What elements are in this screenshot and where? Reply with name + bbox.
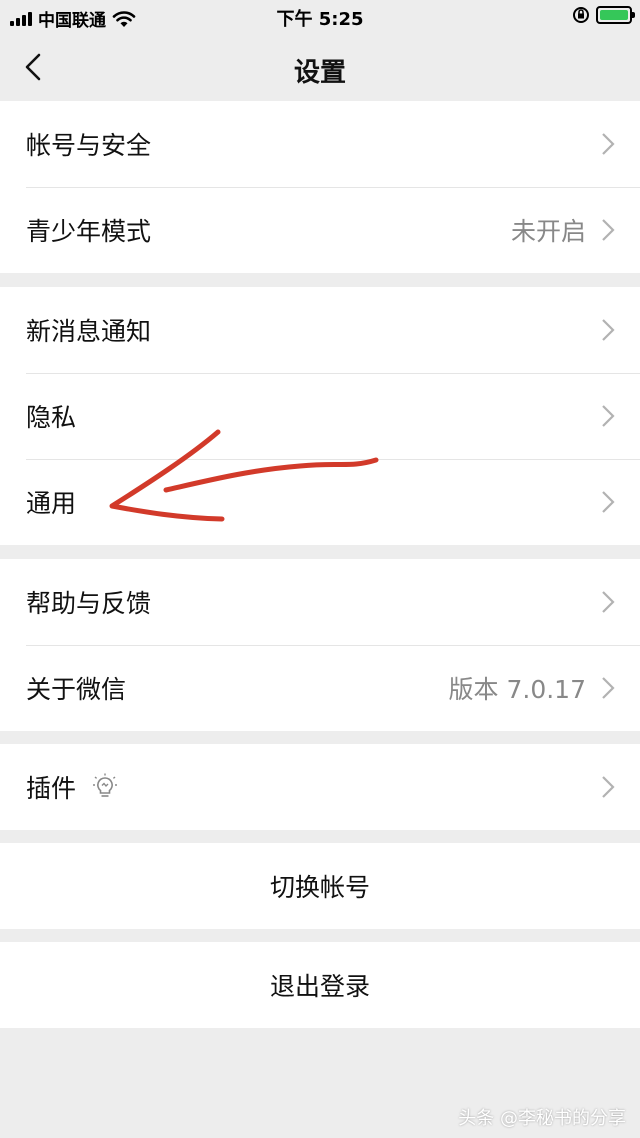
settings-group-account: 帐号与安全 青少年模式 未开启 xyxy=(0,101,640,273)
row-notifications[interactable]: 新消息通知 xyxy=(0,287,640,373)
settings-group-general: 新消息通知 隐私 通用 xyxy=(0,287,640,545)
chevron-right-icon xyxy=(602,591,615,613)
chevron-right-icon xyxy=(602,405,615,427)
chevron-right-icon xyxy=(602,491,615,513)
status-bar: 中国联通 下午 5:25 xyxy=(0,0,640,34)
logout-label: 退出登录 xyxy=(269,972,370,1001)
row-teen-mode[interactable]: 青少年模式 未开启 xyxy=(0,187,640,273)
chevron-right-icon xyxy=(602,133,615,155)
row-label: 通用 xyxy=(26,489,77,518)
row-help-feedback[interactable]: 帮助与反馈 xyxy=(0,559,640,645)
version-text: 版本 7.0.17 xyxy=(448,675,586,704)
row-label: 插件 xyxy=(26,774,77,803)
row-label: 关于微信 xyxy=(26,675,127,704)
row-privacy[interactable]: 隐私 xyxy=(0,373,640,459)
row-about-wechat[interactable]: 关于微信 版本 7.0.17 xyxy=(0,645,640,731)
teen-mode-status: 未开启 xyxy=(510,217,586,246)
chevron-right-icon xyxy=(602,677,615,699)
row-label: 青少年模式 xyxy=(26,217,152,246)
watermark: 头条 @李秘书的分享 xyxy=(458,1108,626,1129)
row-label: 帐号与安全 xyxy=(26,131,152,160)
rotation-lock-icon xyxy=(573,7,589,23)
chevron-right-icon xyxy=(602,319,615,341)
status-right xyxy=(572,6,635,24)
switch-account-label: 切换帐号 xyxy=(269,873,370,902)
battery-level xyxy=(600,10,628,20)
row-label: 帮助与反馈 xyxy=(26,589,152,618)
page-title: 设置 xyxy=(293,58,346,88)
status-time: 下午 5:25 xyxy=(276,9,364,30)
row-general[interactable]: 通用 xyxy=(0,459,640,545)
nav-bar: 设置 xyxy=(0,34,640,100)
logout-button[interactable]: 退出登录 xyxy=(0,942,640,1028)
lightbulb-icon xyxy=(93,773,118,797)
battery-icon xyxy=(596,6,635,24)
row-plugins[interactable]: 插件 xyxy=(0,744,640,830)
settings-group-help: 帮助与反馈 关于微信 版本 7.0.17 xyxy=(0,559,640,731)
settings-group-plugins: 插件 xyxy=(0,744,640,830)
chevron-right-icon xyxy=(602,776,615,798)
switch-account-button[interactable]: 切换帐号 xyxy=(0,843,640,929)
row-label-wrap: 插件 xyxy=(26,769,600,805)
row-account-security[interactable]: 帐号与安全 xyxy=(0,101,640,187)
row-label: 新消息通知 xyxy=(26,317,152,346)
chevron-right-icon xyxy=(602,219,615,241)
row-label: 隐私 xyxy=(26,403,77,432)
